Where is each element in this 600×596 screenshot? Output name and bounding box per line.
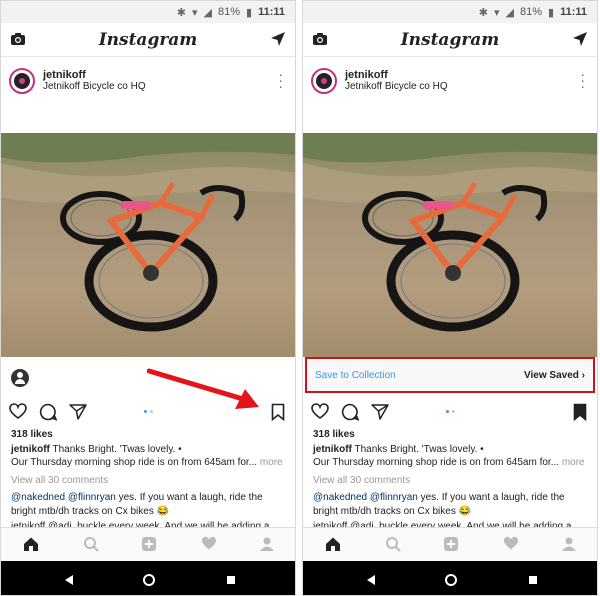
- likes-count[interactable]: 318 likes: [313, 429, 355, 440]
- camera-icon[interactable]: [312, 31, 328, 52]
- wifi-icon: ▾: [191, 6, 198, 19]
- plus-square-icon[interactable]: [141, 536, 157, 557]
- search-icon[interactable]: [385, 536, 401, 557]
- post-photo[interactable]: [1, 133, 295, 357]
- carousel-indicator: [446, 410, 458, 414]
- clock: 11:11: [258, 6, 285, 18]
- plus-square-icon[interactable]: [443, 536, 459, 557]
- more-options-icon[interactable]: · · ·: [278, 67, 283, 93]
- mention-flinnryan[interactable]: @flinnryan: [370, 492, 418, 503]
- post-location[interactable]: Jetnikoff Bicycle co HQ: [43, 81, 146, 93]
- home-icon[interactable]: [23, 536, 39, 557]
- post-header: jetnikoff Jetnikoff Bicycle co HQ · · ·: [303, 61, 597, 101]
- avatar[interactable]: [311, 68, 337, 94]
- caption-line-2: Our Thursday morning shop ride is on fro…: [11, 457, 258, 468]
- back-triangle-icon[interactable]: [365, 573, 377, 591]
- battery-percent: 81%: [519, 6, 543, 18]
- activity-heart-icon[interactable]: [503, 536, 519, 556]
- direct-message-icon[interactable]: [572, 31, 588, 52]
- battery-icon: ▮: [548, 6, 555, 19]
- save-to-collection-bar: Save to Collection View Saved ›: [305, 357, 595, 393]
- bookmark-icon[interactable]: [271, 403, 285, 426]
- share-paper-plane-icon[interactable]: [371, 403, 389, 425]
- instagram-logo: Instagram: [400, 29, 500, 50]
- recents-square-icon[interactable]: [225, 573, 237, 591]
- android-nav-bar: [303, 561, 597, 595]
- caption-username[interactable]: jetnikoff: [11, 444, 50, 455]
- instagram-logo: Instagram: [98, 29, 198, 50]
- post-username[interactable]: jetnikoff: [43, 69, 146, 81]
- profile-person-icon[interactable]: [561, 536, 577, 557]
- phone-screen-after: ✱ ▾ ◢ 81% ▮ 11:11 Instagram jetnikoff Je…: [302, 0, 598, 596]
- status-bar: ✱ ▾ ◢ 81% ▮ 11:11: [1, 1, 295, 23]
- app-header: Instagram: [1, 23, 295, 57]
- comment-bubble-icon[interactable]: [39, 403, 58, 426]
- carousel-indicator: [144, 410, 156, 414]
- signal-icon: ◢: [505, 6, 514, 19]
- post-location[interactable]: Jetnikoff Bicycle co HQ: [345, 81, 448, 93]
- caption-text: Thanks Bright. 'Twas lovely. •: [354, 444, 484, 455]
- post-header: jetnikoff Jetnikoff Bicycle co HQ · · ·: [1, 61, 295, 101]
- app-header: Instagram: [303, 23, 597, 57]
- bluetooth-icon: ✱: [478, 6, 488, 19]
- share-paper-plane-icon[interactable]: [69, 403, 87, 425]
- caption-line-2: Our Thursday morning shop ride is on fro…: [313, 457, 560, 468]
- battery-icon: ▮: [246, 6, 253, 19]
- comment-reply: @nakedned @flinnryan yes. If you want a …: [11, 491, 289, 519]
- home-circle-icon[interactable]: [143, 573, 155, 591]
- caption-username[interactable]: jetnikoff: [313, 444, 352, 455]
- caption-more-link[interactable]: more: [260, 457, 283, 468]
- mention-nakedned[interactable]: @nakedned: [11, 492, 65, 503]
- phone-screen-before: ✱ ▾ ◢ 81% ▮ 11:11 Instagram jetnikoff Je…: [0, 0, 296, 596]
- bottom-tab-bar: [303, 527, 597, 561]
- heart-outline-icon[interactable]: [311, 403, 329, 425]
- android-nav-bar: [1, 561, 295, 595]
- avatar[interactable]: [9, 68, 35, 94]
- caption-text: Thanks Bright. 'Twas lovely. •: [52, 444, 182, 455]
- heart-outline-icon[interactable]: [9, 403, 27, 425]
- activity-heart-icon[interactable]: [201, 536, 217, 556]
- caption-more-link[interactable]: more: [562, 457, 585, 468]
- mention-nakedned[interactable]: @nakedned: [313, 492, 367, 503]
- bottom-tab-bar: [1, 527, 295, 561]
- search-icon[interactable]: [83, 536, 99, 557]
- comment-reply: @nakedned @flinnryan yes. If you want a …: [313, 491, 591, 519]
- direct-message-icon[interactable]: [270, 31, 286, 52]
- view-comments-link[interactable]: View all 30 comments: [313, 475, 410, 486]
- view-comments-link[interactable]: View all 30 comments: [11, 475, 108, 486]
- wifi-icon: ▾: [493, 6, 500, 19]
- post-caption: jetnikoff Thanks Bright. 'Twas lovely. •…: [313, 443, 589, 469]
- clock: 11:11: [560, 6, 587, 18]
- post-username[interactable]: jetnikoff: [345, 69, 448, 81]
- likes-count[interactable]: 318 likes: [11, 429, 53, 440]
- comment-bubble-icon[interactable]: [341, 403, 360, 426]
- status-bar: ✱ ▾ ◢ 81% ▮ 11:11: [303, 1, 597, 23]
- bookmark-filled-icon[interactable]: [573, 403, 587, 426]
- save-to-collection-link[interactable]: Save to Collection: [315, 370, 396, 381]
- back-triangle-icon[interactable]: [63, 573, 75, 591]
- battery-percent: 81%: [217, 6, 241, 18]
- home-circle-icon[interactable]: [445, 573, 457, 591]
- recents-square-icon[interactable]: [527, 573, 539, 591]
- bluetooth-icon: ✱: [176, 6, 186, 19]
- profile-person-icon[interactable]: [259, 536, 275, 557]
- more-options-icon[interactable]: · · ·: [580, 67, 585, 93]
- tagged-people-icon[interactable]: [11, 369, 29, 387]
- camera-icon[interactable]: [10, 31, 26, 52]
- mention-flinnryan[interactable]: @flinnryan: [68, 492, 116, 503]
- signal-icon: ◢: [203, 6, 212, 19]
- view-saved-link[interactable]: View Saved ›: [524, 370, 585, 381]
- home-icon[interactable]: [325, 536, 341, 557]
- post-caption: jetnikoff Thanks Bright. 'Twas lovely. •…: [11, 443, 287, 469]
- post-photo[interactable]: [303, 133, 597, 357]
